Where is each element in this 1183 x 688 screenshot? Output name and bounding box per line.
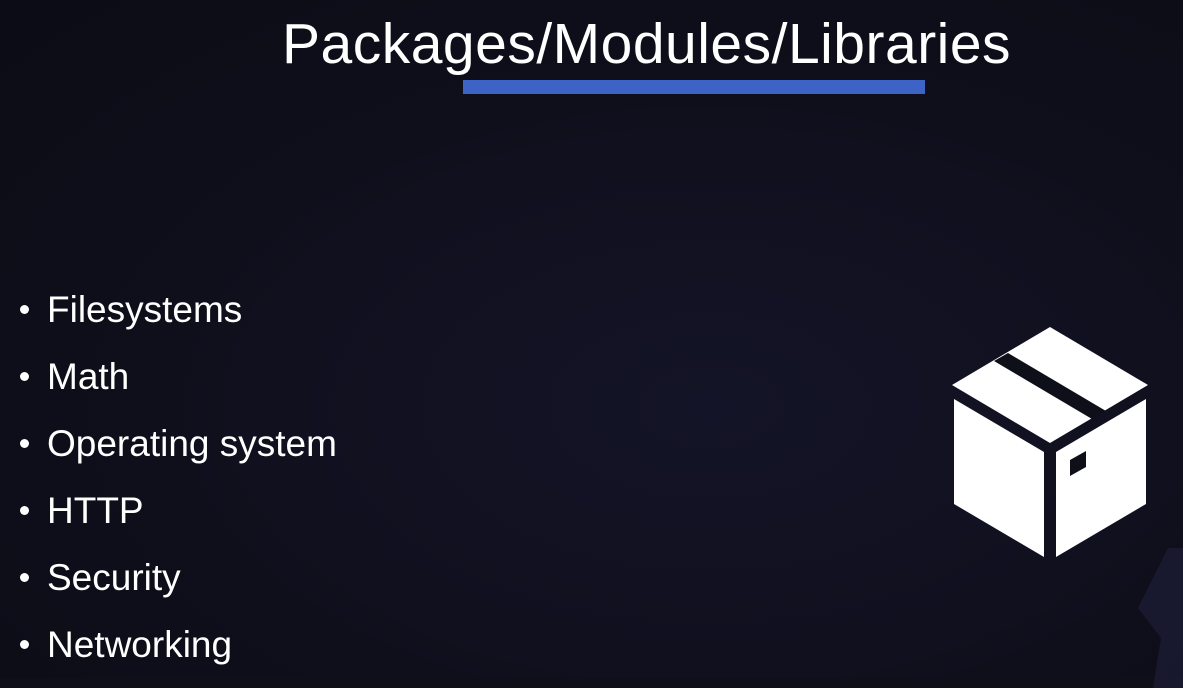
bullet-dot-icon bbox=[20, 305, 29, 314]
slide: Packages/Modules/Libraries Filesystems M… bbox=[0, 0, 1183, 688]
bullet-label: Filesystems bbox=[47, 288, 243, 330]
bullet-label: Security bbox=[47, 556, 181, 598]
bullet-item-math: Math bbox=[14, 343, 337, 410]
bullet-dot-icon bbox=[20, 506, 29, 515]
package-box-icon bbox=[952, 327, 1148, 557]
bullet-item-operating-system: Operating system bbox=[14, 410, 337, 477]
bullet-label: Math bbox=[47, 355, 130, 397]
slide-title: Packages/Modules/Libraries bbox=[282, 12, 1012, 76]
bullet-item-http: HTTP bbox=[14, 477, 337, 544]
bullet-item-security: Security bbox=[14, 544, 337, 611]
title-underline-accent bbox=[463, 80, 925, 94]
bullet-dot-icon bbox=[20, 640, 29, 649]
corner-decoration bbox=[1138, 548, 1183, 688]
bullet-dot-icon bbox=[20, 573, 29, 582]
bullet-label: HTTP bbox=[47, 489, 144, 531]
bullet-item-filesystems: Filesystems bbox=[14, 276, 337, 343]
bullet-label: Operating system bbox=[47, 422, 337, 464]
bullet-dot-icon bbox=[20, 372, 29, 381]
bullet-item-networking: Networking bbox=[14, 611, 337, 678]
bullet-list: Filesystems Math Operating system HTTP S… bbox=[14, 276, 337, 678]
bullet-label: Networking bbox=[47, 623, 233, 665]
bullet-dot-icon bbox=[20, 439, 29, 448]
